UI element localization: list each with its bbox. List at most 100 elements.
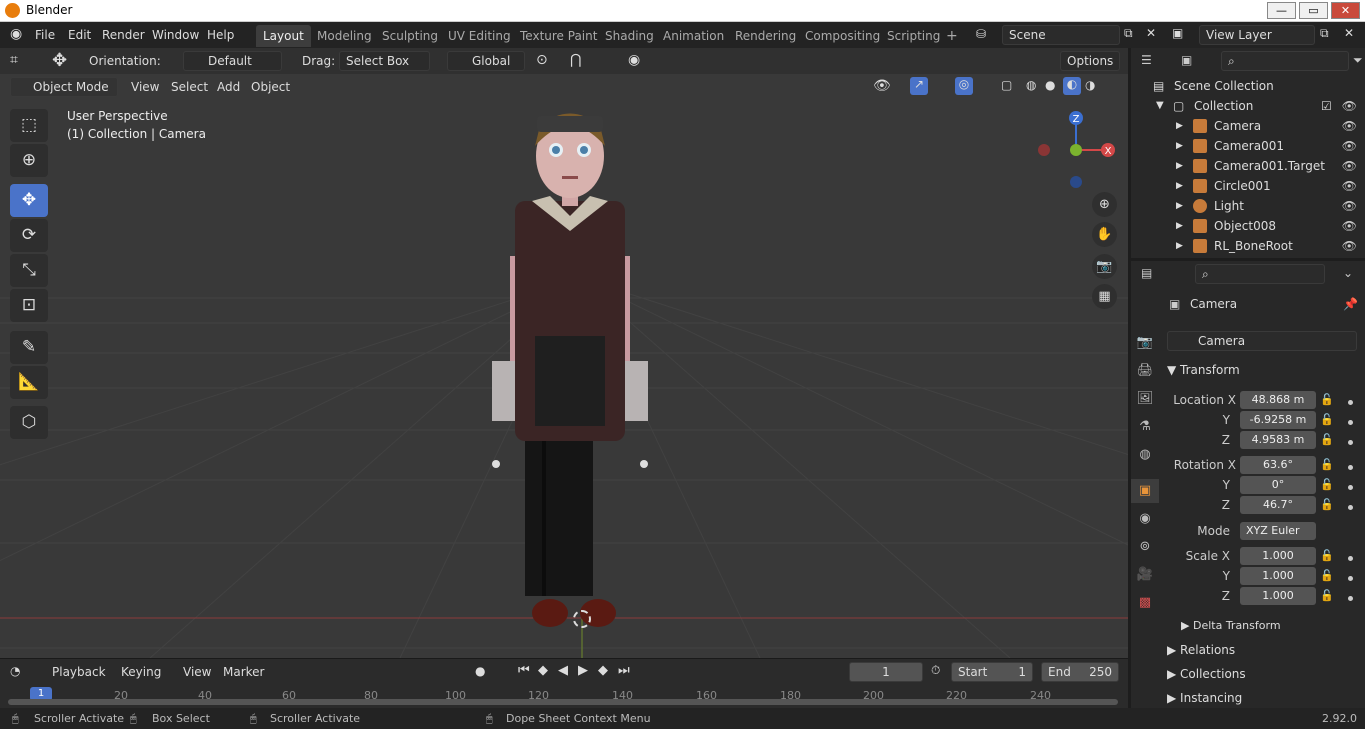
expand-icon[interactable]: ▶	[1176, 116, 1183, 136]
options-dropdown[interactable]: Options	[1060, 51, 1120, 71]
start-frame-field[interactable]: Start 1	[951, 662, 1033, 682]
keyframe-dot-icon[interactable]	[1348, 596, 1353, 601]
keyframe-dot-icon[interactable]	[1348, 485, 1353, 490]
navigation-gizmo[interactable]: Z X	[1030, 106, 1120, 196]
keyframe-dot-icon[interactable]	[1348, 400, 1353, 405]
timeline-scrollbar[interactable]	[8, 699, 1118, 705]
wireframe-shading-icon[interactable]: ◍	[1026, 78, 1036, 92]
3d-cursor-icon[interactable]	[573, 610, 591, 628]
solid-shading-icon[interactable]: ●	[1045, 78, 1055, 92]
physics-properties-tab[interactable]: ◉	[1131, 507, 1159, 531]
lock-icon[interactable]: 🔓	[1320, 393, 1334, 406]
view-layer-properties-tab[interactable]: 🖼	[1131, 387, 1159, 411]
camera-data-properties-tab[interactable]: 🎥	[1131, 563, 1159, 587]
lock-icon[interactable]: 🔓	[1320, 433, 1334, 446]
tab-shading[interactable]: Shading	[598, 25, 661, 47]
expand-icon[interactable]: ▶	[1176, 176, 1183, 196]
view-menu[interactable]: View	[131, 80, 159, 94]
jump-end-icon[interactable]: ⏭	[618, 663, 630, 678]
pivot-point-icon[interactable]: ⊙	[536, 52, 548, 68]
expand-icon[interactable]: ▶	[1176, 216, 1183, 236]
keyframe-dot-icon[interactable]	[1348, 465, 1353, 470]
scene-collection-row[interactable]: ▤ Scene Collection	[1131, 76, 1365, 96]
view-layer-icon[interactable]: ▣	[1172, 26, 1183, 40]
play-reverse-icon[interactable]: ◀	[558, 663, 568, 678]
snap-icon[interactable]: ⋂	[570, 52, 581, 68]
eye-icon[interactable]: 👁	[1342, 176, 1357, 196]
scene-name-field[interactable]: Scene	[1002, 25, 1120, 45]
eye-icon[interactable]: 👁	[1342, 136, 1357, 156]
keyframe-dot-icon[interactable]	[1348, 420, 1353, 425]
minimize-button[interactable]: —	[1267, 2, 1296, 19]
properties-editor[interactable]: ▤ ⌕ ⌄ 📷 🖨 🖼 ⚗ ◍ ▣ ◉ ⊚ 🎥 ▩ ▣ Camera 📌 Cam…	[1131, 261, 1365, 708]
select-box-tool[interactable]: ⬚	[10, 109, 48, 142]
lock-icon[interactable]: 🔓	[1320, 413, 1334, 426]
properties-search-input[interactable]: ⌕	[1195, 264, 1325, 284]
delta-transform-panel[interactable]: ▶ Delta Transform	[1181, 619, 1281, 632]
collections-panel[interactable]: ▶ Collections	[1167, 667, 1246, 681]
world-properties-tab[interactable]: ◍	[1131, 443, 1159, 467]
end-frame-field[interactable]: End 250	[1041, 662, 1119, 682]
visibility-icon[interactable]: 👁	[873, 78, 891, 94]
outliner-item-object008[interactable]: ▶ Object008 👁	[1131, 216, 1365, 236]
close-scene-icon[interactable]: ✕	[1146, 26, 1156, 40]
location-x-field[interactable]: 48.868 m	[1240, 391, 1316, 409]
keyframe-dot-icon[interactable]	[1348, 440, 1353, 445]
menu-edit[interactable]: Edit	[68, 28, 91, 42]
eye-icon[interactable]: 👁	[1342, 156, 1357, 176]
eye-icon[interactable]: 👁	[1342, 116, 1357, 136]
measure-tool[interactable]: 📐	[10, 366, 48, 399]
tab-uv-editing[interactable]: UV Editing	[441, 25, 518, 47]
play-icon[interactable]: ▶	[578, 663, 588, 678]
location-y-field[interactable]: -6.9258 m	[1240, 411, 1316, 429]
editor-type-icon[interactable]: ⌗	[10, 52, 18, 68]
tab-scripting[interactable]: Scripting	[880, 25, 947, 47]
gizmo-toggle-icon[interactable]: ↗	[910, 77, 928, 95]
lock-icon[interactable]: 🔓	[1320, 498, 1334, 511]
outliner-item-camera001-target[interactable]: ▶ Camera001.Target 👁	[1131, 156, 1365, 176]
transform-panel-header[interactable]: ▼ Transform	[1167, 363, 1240, 377]
outliner-search-input[interactable]: ⌕	[1221, 51, 1349, 71]
expand-icon[interactable]: ▶	[1176, 156, 1183, 176]
move-gizmo-icon[interactable]: ✥	[52, 50, 67, 71]
lock-icon[interactable]: 🔓	[1320, 569, 1334, 582]
material-preview-icon[interactable]: ◐	[1063, 77, 1081, 95]
tab-texture-paint[interactable]: Texture Paint	[513, 25, 604, 47]
location-z-field[interactable]: 4.9583 m	[1240, 431, 1316, 449]
xray-icon[interactable]: ▢	[1001, 78, 1012, 92]
transform-tool[interactable]: ⊡	[10, 289, 48, 322]
prev-keyframe-icon[interactable]: ◆	[538, 663, 548, 678]
instancing-panel[interactable]: ▶ Instancing	[1167, 691, 1242, 705]
tab-modeling[interactable]: Modeling	[310, 25, 379, 47]
scene-icon[interactable]: ⛁	[976, 27, 986, 41]
outliner-item-rl-boneroot[interactable]: ▶ RL_BoneRoot 👁	[1131, 236, 1365, 256]
copy-view-layer-icon[interactable]: ⧉	[1320, 26, 1329, 41]
scene-properties-tab[interactable]: ⚗	[1131, 415, 1159, 439]
eye-icon[interactable]: 👁	[1342, 96, 1357, 116]
rotation-mode-dropdown[interactable]: XYZ Euler	[1240, 522, 1316, 540]
zoom-icon[interactable]: ⊕	[1092, 192, 1117, 217]
checkbox-icon[interactable]: ☑	[1321, 96, 1332, 116]
outliner-item-light[interactable]: ▶ Light 👁	[1131, 196, 1365, 216]
eye-icon[interactable]: 👁	[1342, 216, 1357, 236]
menu-render[interactable]: Render	[102, 28, 145, 42]
outliner-item-camera[interactable]: ▶ Camera 👁	[1131, 116, 1365, 136]
outliner[interactable]: ☰ ▣ ⌕ ⏷ ▤ Scene Collection ▼ ▢ Collectio…	[1131, 48, 1365, 258]
object-menu[interactable]: Object	[251, 80, 290, 94]
lock-icon[interactable]: 🔓	[1320, 478, 1334, 491]
scale-y-field[interactable]: 1.000	[1240, 567, 1316, 585]
menu-help[interactable]: Help	[207, 28, 234, 42]
transform-orientation-dropdown[interactable]: Global	[447, 51, 525, 71]
annotate-tool[interactable]: ✎	[10, 331, 48, 364]
add-cube-tool[interactable]: ⬡	[10, 406, 48, 439]
add-menu[interactable]: Add	[217, 80, 240, 94]
restore-button[interactable]: ▭	[1299, 2, 1328, 19]
mode-dropdown[interactable]: Object Mode	[10, 77, 118, 97]
character-model[interactable]	[480, 106, 660, 646]
expand-icon[interactable]: ▶	[1176, 136, 1183, 156]
scale-z-field[interactable]: 1.000	[1240, 587, 1316, 605]
clock-icon[interactable]: ⏱	[931, 663, 940, 678]
perspective-grid-icon[interactable]: ▦	[1092, 284, 1117, 309]
lock-icon[interactable]: 🔓	[1320, 458, 1334, 471]
lock-icon[interactable]: 🔓	[1320, 549, 1334, 562]
